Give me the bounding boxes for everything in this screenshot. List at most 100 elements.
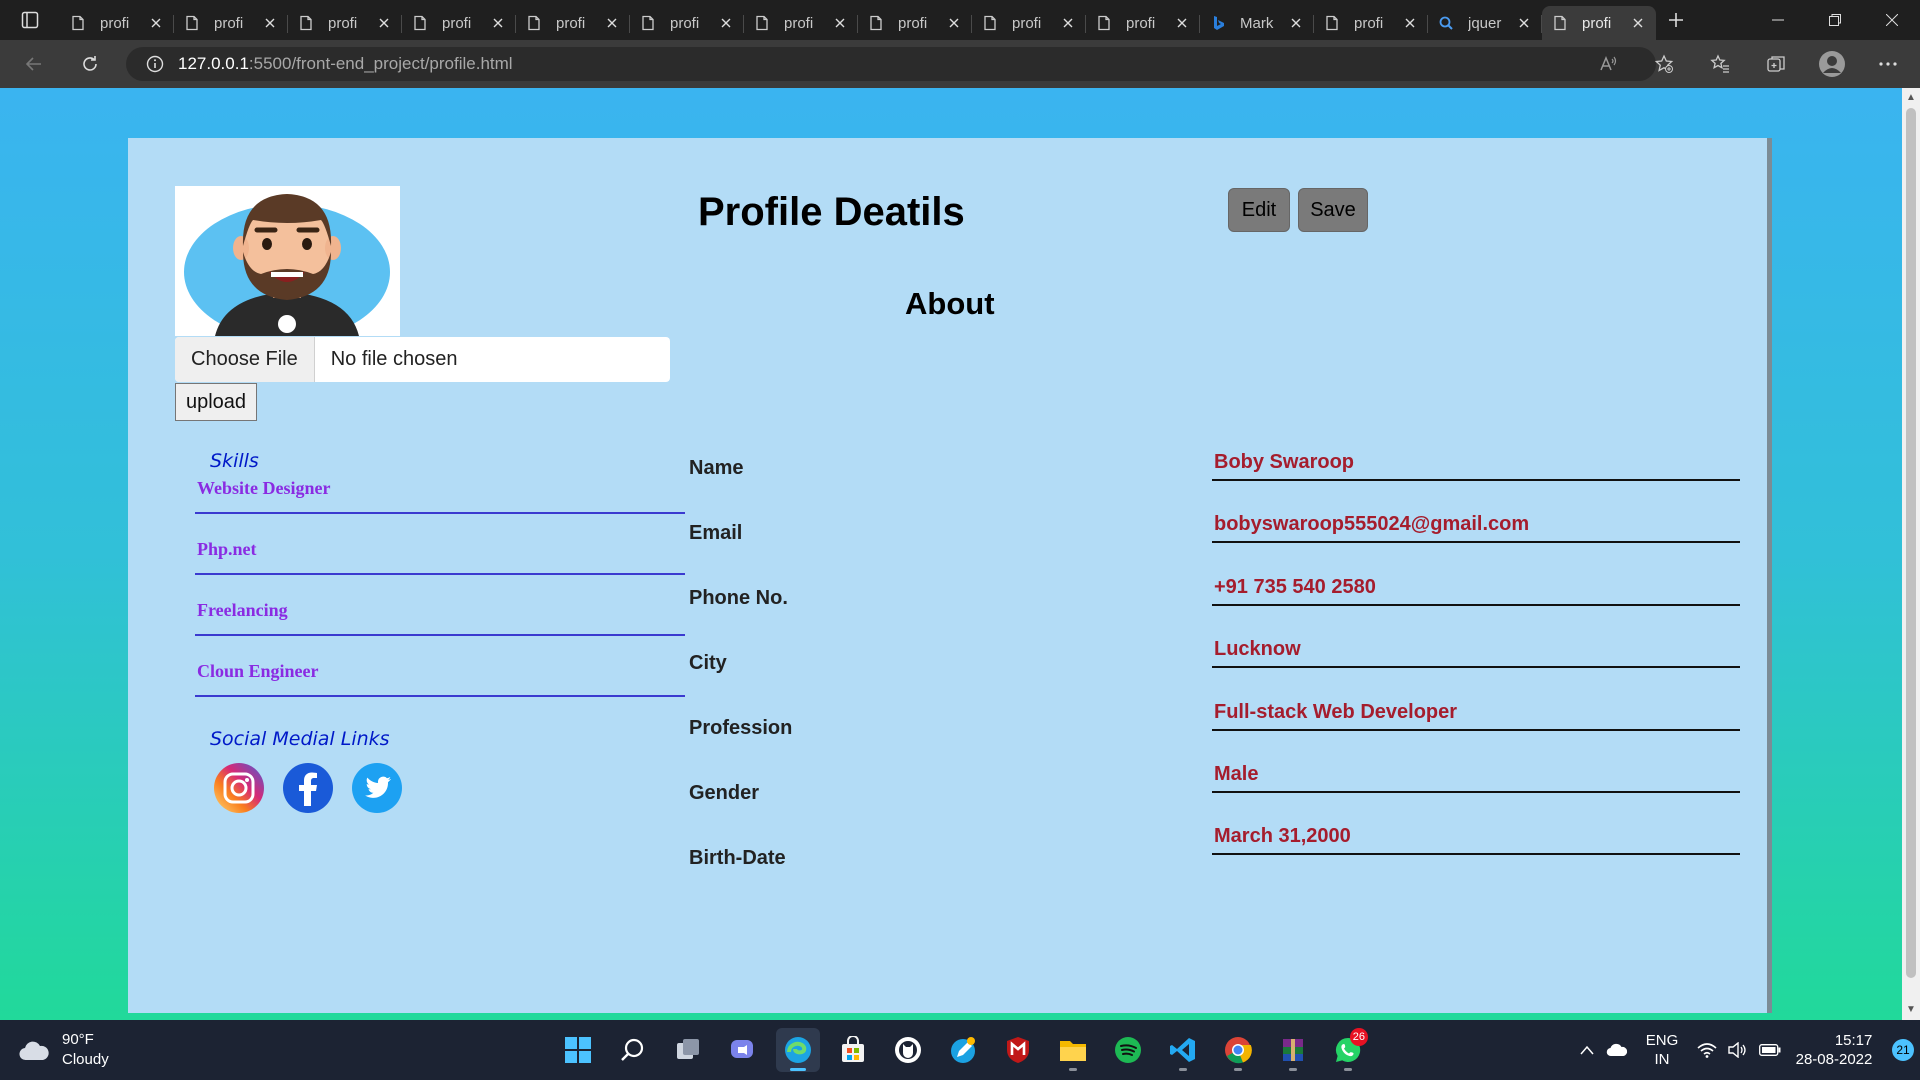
- spotify-button[interactable]: [1106, 1028, 1150, 1072]
- volume-button[interactable]: [1722, 1042, 1752, 1058]
- start-button[interactable]: [556, 1028, 600, 1072]
- store-button[interactable]: [831, 1028, 875, 1072]
- close-tab-icon[interactable]: [262, 15, 278, 31]
- refresh-button[interactable]: [62, 40, 118, 88]
- close-tab-icon[interactable]: [718, 15, 734, 31]
- vscode-button[interactable]: [1161, 1028, 1205, 1072]
- winrar-button[interactable]: [1271, 1028, 1315, 1072]
- close-tab-icon[interactable]: [1516, 15, 1532, 31]
- field-value-phone[interactable]: +91 735 540 2580: [1212, 576, 1740, 606]
- tab[interactable]: profi: [972, 6, 1086, 40]
- tab[interactable]: profi: [60, 6, 174, 40]
- close-window-button[interactable]: [1863, 0, 1920, 40]
- tab[interactable]: profi: [744, 6, 858, 40]
- tab-label: profi: [100, 14, 130, 32]
- github-desktop-button[interactable]: [886, 1028, 930, 1072]
- close-tab-icon[interactable]: [1060, 15, 1076, 31]
- back-button[interactable]: [6, 40, 62, 88]
- tab-label: profi: [328, 14, 358, 32]
- battery-icon: [1759, 1044, 1781, 1056]
- new-tab-button[interactable]: [1656, 0, 1696, 40]
- tab[interactable]: profi: [402, 6, 516, 40]
- favorites-button[interactable]: [1692, 40, 1748, 88]
- upload-button[interactable]: upload: [175, 383, 257, 421]
- save-button[interactable]: Save: [1298, 188, 1368, 232]
- facebook-icon[interactable]: [282, 762, 334, 814]
- field-value-email[interactable]: bobyswaroop555024@gmail.com: [1212, 513, 1740, 543]
- task-view-button[interactable]: [666, 1028, 710, 1072]
- clock-button[interactable]: 15:17 28-08-2022: [1788, 1031, 1880, 1069]
- read-aloud-button[interactable]: [1580, 40, 1636, 88]
- scrollbar-thumb[interactable]: [1906, 108, 1916, 978]
- twitter-icon[interactable]: [351, 762, 403, 814]
- show-hidden-icons-button[interactable]: [1572, 1045, 1602, 1055]
- tab[interactable]: profi: [174, 6, 288, 40]
- choose-file-button[interactable]: Choose File: [175, 337, 315, 382]
- collections-button[interactable]: [1748, 40, 1804, 88]
- whatsapp-button[interactable]: 26: [1326, 1028, 1370, 1072]
- info-icon[interactable]: [146, 55, 164, 73]
- chrome-button[interactable]: [1216, 1028, 1260, 1072]
- field-label-city: City: [689, 652, 727, 674]
- field-value-city[interactable]: Lucknow: [1212, 638, 1740, 668]
- weather-description: Cloudy: [62, 1051, 109, 1068]
- field-value-birth-date[interactable]: March 31,2000: [1212, 825, 1740, 855]
- more-icon: [1879, 62, 1897, 66]
- weather-widget[interactable]: 90°F Cloudy: [18, 1030, 109, 1070]
- tab[interactable]: profi: [288, 6, 402, 40]
- close-tab-icon[interactable]: [832, 15, 848, 31]
- search-button[interactable]: [611, 1028, 655, 1072]
- notification-count-badge[interactable]: 21: [1892, 1039, 1914, 1061]
- file-explorer-button[interactable]: [1051, 1028, 1095, 1072]
- plus-icon: [1669, 13, 1683, 27]
- tab-actions-button[interactable]: [0, 0, 60, 40]
- close-tab-icon[interactable]: [1288, 15, 1304, 31]
- battery-button[interactable]: [1752, 1044, 1788, 1056]
- close-tab-icon[interactable]: [946, 15, 962, 31]
- page-scrollbar[interactable]: ▲ ▼: [1902, 88, 1920, 1020]
- scroll-down-icon[interactable]: ▼: [1905, 1004, 1917, 1016]
- tab-active[interactable]: profi: [1542, 6, 1656, 40]
- tab[interactable]: profi: [858, 6, 972, 40]
- teams-chat-button[interactable]: [721, 1028, 765, 1072]
- favorites-icon: [1710, 54, 1729, 73]
- page-icon: [1554, 15, 1566, 31]
- url-field[interactable]: 127.0.0.1:5500/front-end_project/profile…: [126, 47, 1656, 81]
- tab[interactable]: profi: [1314, 6, 1428, 40]
- avatar-illustration: [184, 194, 390, 336]
- instagram-icon[interactable]: [213, 762, 265, 814]
- close-tab-icon[interactable]: [376, 15, 392, 31]
- close-tab-icon[interactable]: [1630, 15, 1646, 31]
- input-language-button[interactable]: ENG IN: [1632, 1031, 1692, 1069]
- tab[interactable]: jquer: [1428, 6, 1542, 40]
- close-tab-icon[interactable]: [148, 15, 164, 31]
- tab[interactable]: profi: [516, 6, 630, 40]
- onedrive-button[interactable]: [1602, 1043, 1632, 1057]
- mcafee-button[interactable]: [996, 1028, 1040, 1072]
- scroll-up-icon[interactable]: ▲: [1905, 92, 1917, 104]
- wifi-button[interactable]: [1692, 1042, 1722, 1058]
- weather-temperature: 90°F: [62, 1031, 94, 1048]
- field-value-gender[interactable]: Male: [1212, 763, 1740, 793]
- restore-button[interactable]: [1806, 0, 1863, 40]
- file-chooser[interactable]: Choose File No file chosen: [175, 337, 670, 382]
- running-indicator: [1289, 1068, 1297, 1071]
- field-value-name[interactable]: Boby Swaroop: [1212, 451, 1740, 481]
- close-tab-icon[interactable]: [1174, 15, 1190, 31]
- wordpad-button[interactable]: [941, 1028, 985, 1072]
- close-tab-icon[interactable]: [1402, 15, 1418, 31]
- edit-button[interactable]: Edit: [1228, 188, 1290, 232]
- close-tab-icon[interactable]: [490, 15, 506, 31]
- tab[interactable]: profi: [1086, 6, 1200, 40]
- tab[interactable]: profi: [630, 6, 744, 40]
- profile-button[interactable]: [1804, 40, 1860, 88]
- field-value-profession[interactable]: Full-stack Web Developer: [1212, 701, 1740, 731]
- add-favorite-button[interactable]: [1636, 40, 1692, 88]
- tab[interactable]: Mark: [1200, 6, 1314, 40]
- edge-taskbar-button[interactable]: [776, 1028, 820, 1072]
- settings-more-button[interactable]: [1860, 40, 1916, 88]
- profile-card: Choose File No file chosen upload Profil…: [128, 138, 1772, 1013]
- close-tab-icon[interactable]: [604, 15, 620, 31]
- whatsapp-unread-badge: 26: [1349, 1028, 1368, 1046]
- minimize-button[interactable]: [1749, 0, 1806, 40]
